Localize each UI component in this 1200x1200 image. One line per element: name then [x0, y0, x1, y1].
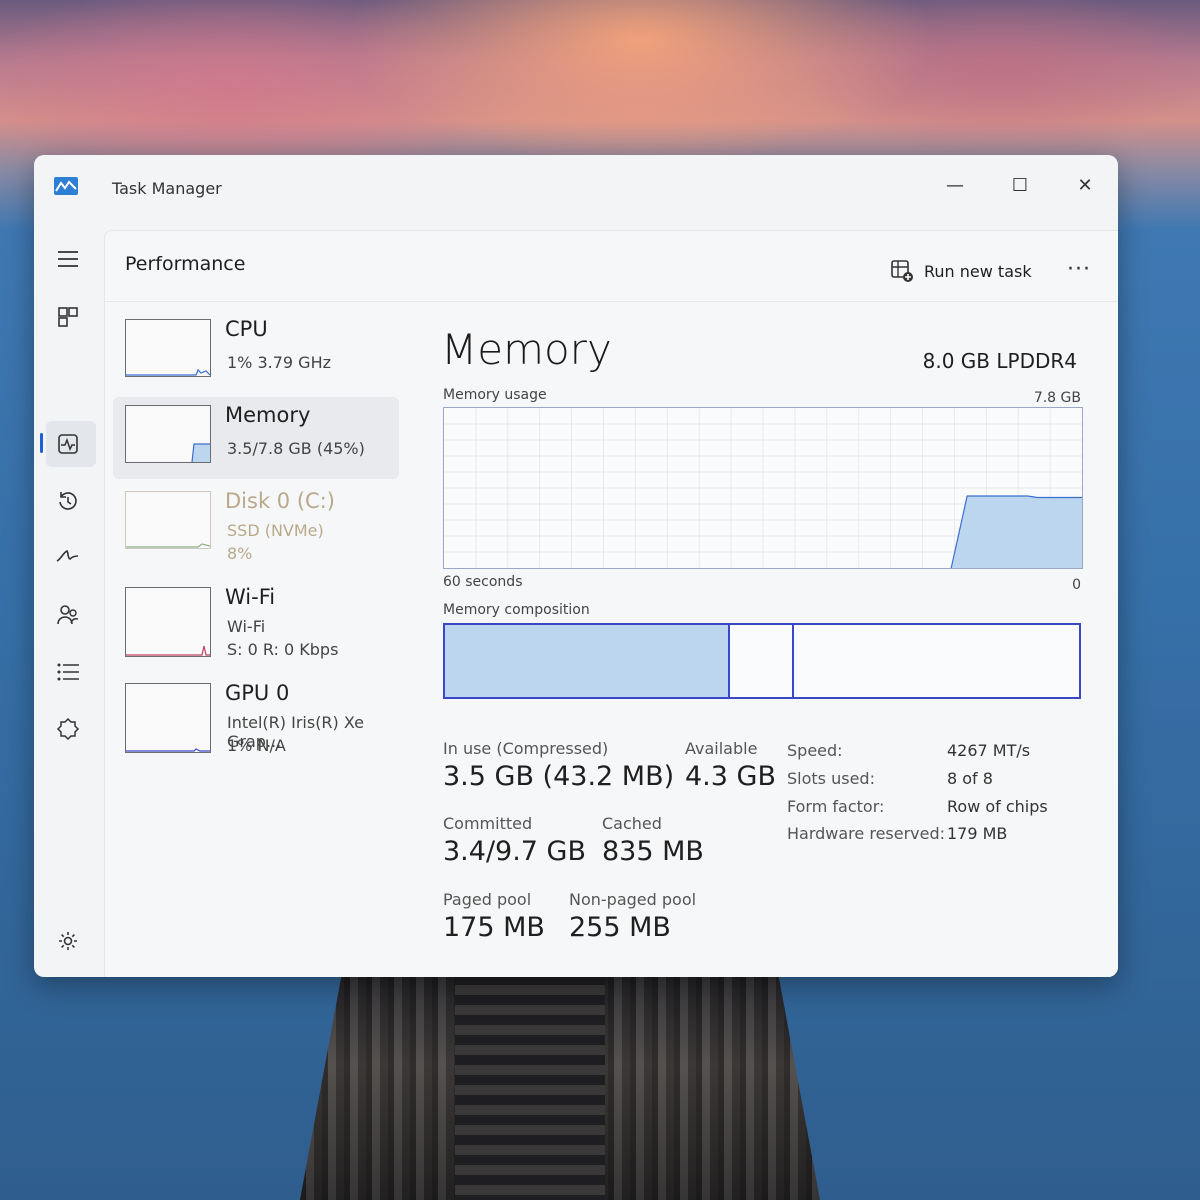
resource-detail-secondary: 8% [227, 544, 253, 563]
minimize-icon: — [946, 175, 964, 196]
resource-detail: Wi-Fi [227, 617, 266, 636]
nav-active-indicator [40, 433, 43, 453]
graph-time-label: 60 seconds [443, 574, 523, 590]
memory-usage-chart [444, 408, 1082, 569]
resource-detail: 3.5/7.8 GB (45%) [227, 439, 365, 458]
navigation-sidebar [34, 225, 102, 977]
run-new-task-button[interactable]: Run new task [890, 259, 1032, 283]
slots-used-label: Slots used: [787, 769, 875, 788]
startup-apps-icon[interactable] [52, 541, 84, 573]
memory-composition-bar [443, 623, 1081, 699]
services-icon[interactable] [52, 713, 84, 745]
in-use-value: 3.5 GB (43.2 MB) [443, 761, 675, 792]
form-factor-value: Row of chips [947, 797, 1048, 816]
settings-icon[interactable] [52, 925, 84, 957]
usage-graph-label: Memory usage [443, 387, 547, 403]
composition-label: Memory composition [443, 602, 590, 618]
more-options-button[interactable]: ··· [1067, 257, 1091, 282]
task-manager-window: Task Manager — ☐ ✕ Performance Run new t… [34, 155, 1118, 977]
resource-item-cpu[interactable]: CPU 1% 3.79 GHz [113, 311, 399, 393]
detail-title: Memory [441, 325, 612, 374]
hardware-reserved-value: 179 MB [947, 824, 1008, 843]
available-label: Available [685, 739, 758, 758]
committed-label: Committed [443, 814, 533, 833]
speed-value: 4267 MT/s [947, 741, 1031, 760]
hamburger-menu-icon[interactable] [52, 243, 84, 275]
processes-icon[interactable] [52, 301, 84, 333]
available-value: 4.3 GB [685, 761, 776, 792]
wifi-mini-graph [125, 587, 211, 657]
close-button[interactable]: ✕ [1062, 169, 1108, 203]
background-pier-steps [455, 975, 605, 1200]
composition-in-use [445, 625, 731, 697]
disk-mini-graph [125, 491, 211, 549]
cached-value: 835 MB [602, 836, 704, 867]
paged-pool-label: Paged pool [443, 890, 532, 909]
resource-title: Wi-Fi [225, 585, 276, 609]
memory-mini-graph [125, 405, 211, 463]
maximize-icon: ☐ [1011, 175, 1029, 196]
performance-icon[interactable] [52, 428, 84, 460]
resource-item-memory[interactable]: Memory 3.5/7.8 GB (45%) [113, 397, 399, 479]
page-title: Performance [125, 253, 246, 275]
run-task-icon [891, 260, 913, 282]
usage-graph-max: 7.8 GB [1033, 390, 1081, 406]
resource-title: Disk 0 (C:) [225, 489, 335, 513]
close-icon: ✕ [1077, 175, 1093, 196]
performance-page: Performance Run new task ··· CPU 1% 3.79… [104, 230, 1118, 977]
resource-title: GPU 0 [225, 681, 290, 705]
window-title: Task Manager [112, 179, 222, 198]
memory-spec: 8.0 GB LPDDR4 [922, 349, 1077, 373]
details-icon[interactable] [52, 656, 84, 688]
form-factor-label: Form factor: [787, 797, 885, 816]
users-icon[interactable] [52, 599, 84, 631]
hardware-reserved-label: Hardware reserved: [787, 824, 946, 843]
graph-min-label: 0 [1072, 577, 1081, 593]
maximize-button[interactable]: ☐ [997, 169, 1043, 203]
resource-detail: SSD (NVMe) [227, 521, 324, 540]
resource-title: Memory [225, 403, 311, 427]
usage-area [951, 496, 1082, 568]
resource-detail-secondary: 1% N/A [227, 736, 286, 755]
slots-used-value: 8 of 8 [947, 769, 993, 788]
committed-value: 3.4/9.7 GB [443, 836, 587, 867]
memory-detail-panel: Memory 8.0 GB LPDDR4 Memory usage 7.8 GB… [437, 303, 1097, 973]
resource-item-disk[interactable]: Disk 0 (C:) SSD (NVMe) 8% [113, 483, 399, 565]
app-history-icon[interactable] [52, 485, 84, 517]
page-header: Performance Run new task ··· [105, 231, 1118, 302]
cpu-mini-graph [125, 319, 211, 377]
in-use-label: In use (Compressed) [443, 739, 609, 758]
cached-label: Cached [602, 814, 662, 833]
resource-item-wifi[interactable]: Wi-Fi Wi-Fi S: 0 R: 0 Kbps [113, 579, 399, 661]
composition-modified [732, 625, 794, 697]
non-paged-pool-value: 255 MB [569, 912, 671, 943]
gpu-mini-graph [125, 683, 211, 753]
resource-detail: 1% 3.79 GHz [227, 353, 332, 372]
resource-title: CPU [225, 317, 268, 341]
resource-list: CPU 1% 3.79 GHz Memory 3.5/7.8 GB (45%) … [105, 303, 405, 977]
non-paged-pool-label: Non-paged pool [569, 890, 697, 909]
resource-item-gpu[interactable]: GPU 0 Intel(R) Iris(R) Xe Grap... 1% N/A [113, 675, 399, 757]
memory-usage-graph [443, 407, 1083, 569]
paged-pool-value: 175 MB [443, 912, 545, 943]
resource-detail-secondary: S: 0 R: 0 Kbps [227, 640, 339, 659]
minimize-button[interactable]: — [932, 169, 978, 203]
run-new-task-label: Run new task [924, 261, 1032, 281]
speed-label: Speed: [787, 741, 843, 760]
title-bar[interactable]: Task Manager — ☐ ✕ [34, 155, 1118, 225]
task-manager-app-icon [54, 177, 78, 195]
